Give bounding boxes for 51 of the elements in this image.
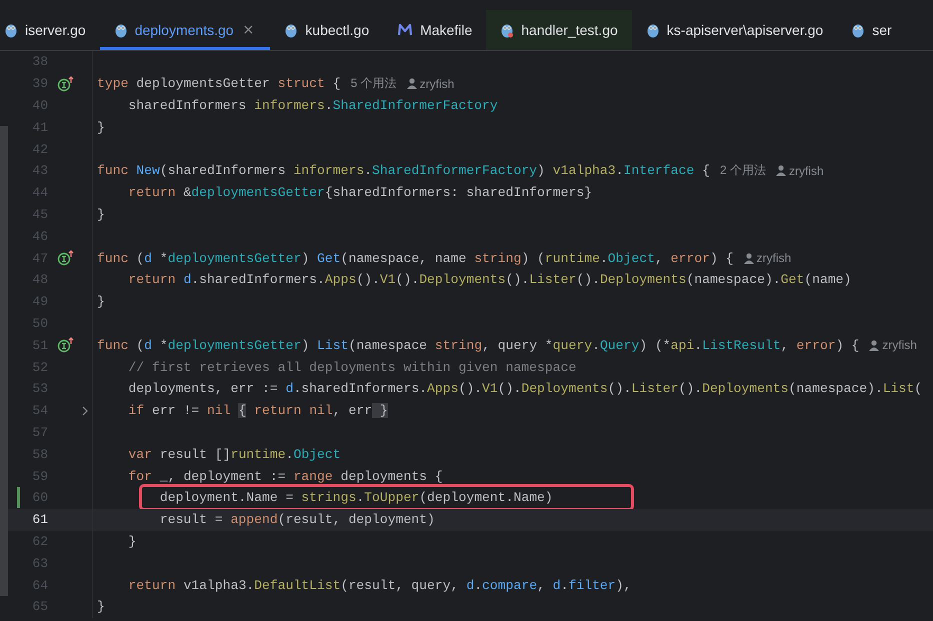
code-line: var result []runtime.Object <box>127 446 341 462</box>
line-number: 61 <box>31 512 48 528</box>
file-tab[interactable]: kubectl.go <box>270 10 384 50</box>
code-line: deployment.Name = strings.ToUpper(deployment.Name) <box>158 490 553 506</box>
code-line: } <box>97 120 105 135</box>
person-icon <box>744 252 754 264</box>
author-hint[interactable]: zryfish <box>420 76 454 91</box>
gopher-icon <box>114 22 128 38</box>
code-line: // first retrieves all deployments within given namespace <box>127 360 576 375</box>
usages-hint[interactable]: 5 个用法 <box>350 75 397 92</box>
code-line: return &deploymentsGetter{sharedInformers: sharedInformers} <box>127 185 592 200</box>
code-line: } <box>97 206 105 222</box>
gopher-icon <box>500 22 514 38</box>
author-hint[interactable]: zryfish <box>756 251 792 266</box>
gopher-icon <box>4 22 18 38</box>
code-line: deployments, err := d.sharedInformers.Apps().V1().Deployments().Lister().Deployments(namespace).List( <box>127 381 922 396</box>
implements-interface-icon[interactable] <box>57 250 75 266</box>
file-tab[interactable]: handler_test.go <box>486 10 632 50</box>
close-button[interactable]: × <box>240 22 256 38</box>
file-tab[interactable]: Makefile <box>383 10 486 50</box>
code-line: func (d *deploymentsGetter) Get(namespace, name string) (runtime.Object, error) { <box>97 250 734 266</box>
gopher-icon <box>646 22 660 38</box>
author-hint[interactable]: zryfish <box>788 164 824 178</box>
makefile-icon <box>397 23 414 37</box>
scrollbar-thumb[interactable] <box>0 126 8 596</box>
file-tab[interactable]: ks-apiserver\apiserver.go <box>632 10 838 50</box>
code-line: if err != nil { return nil, err } <box>127 403 388 418</box>
gopher-icon <box>284 22 298 38</box>
gopher-icon <box>851 22 866 38</box>
code-line: type deploymentsGetter struct { <box>97 76 341 92</box>
code-line: return d.sharedInformers.Apps().V1().Deployments().Lister().Deployments(namespace).Get(name) <box>127 272 852 288</box>
file-tab[interactable]: iserver.go <box>0 10 100 50</box>
person-icon <box>776 165 786 176</box>
person-icon <box>869 340 880 351</box>
code-line: } <box>97 599 105 614</box>
fold-chevron-icon[interactable] <box>81 406 89 416</box>
code-line: } <box>127 534 136 549</box>
code-line: return v1alpha3.DefaultList(result, query, d.compare, d.filter), <box>127 578 632 593</box>
code-line: result = append(result, deployment) <box>158 512 435 528</box>
code-line: } <box>97 294 105 310</box>
usages-hint[interactable]: 2 个用法 <box>720 162 766 180</box>
file-tab[interactable]: deployments.go × <box>100 10 270 50</box>
implements-interface-icon[interactable] <box>57 76 75 92</box>
implements-interface-icon[interactable] <box>57 337 75 354</box>
code-line: for _, deployment := range deployments { <box>127 468 443 484</box>
code-line: func (d *deploymentsGetter) List(namespace string, query *query.Query) (*api.ListResult, error) { <box>97 338 860 353</box>
person-icon <box>406 78 417 90</box>
code-line: func New(sharedInformers informers.SharedInformerFactory) v1alpha3.Interface { <box>97 163 710 178</box>
file-tab[interactable]: ser <box>837 10 906 50</box>
author-hint[interactable]: zryfish <box>882 338 917 352</box>
code-line: sharedInformers informers.SharedInformerFactory <box>127 98 498 113</box>
